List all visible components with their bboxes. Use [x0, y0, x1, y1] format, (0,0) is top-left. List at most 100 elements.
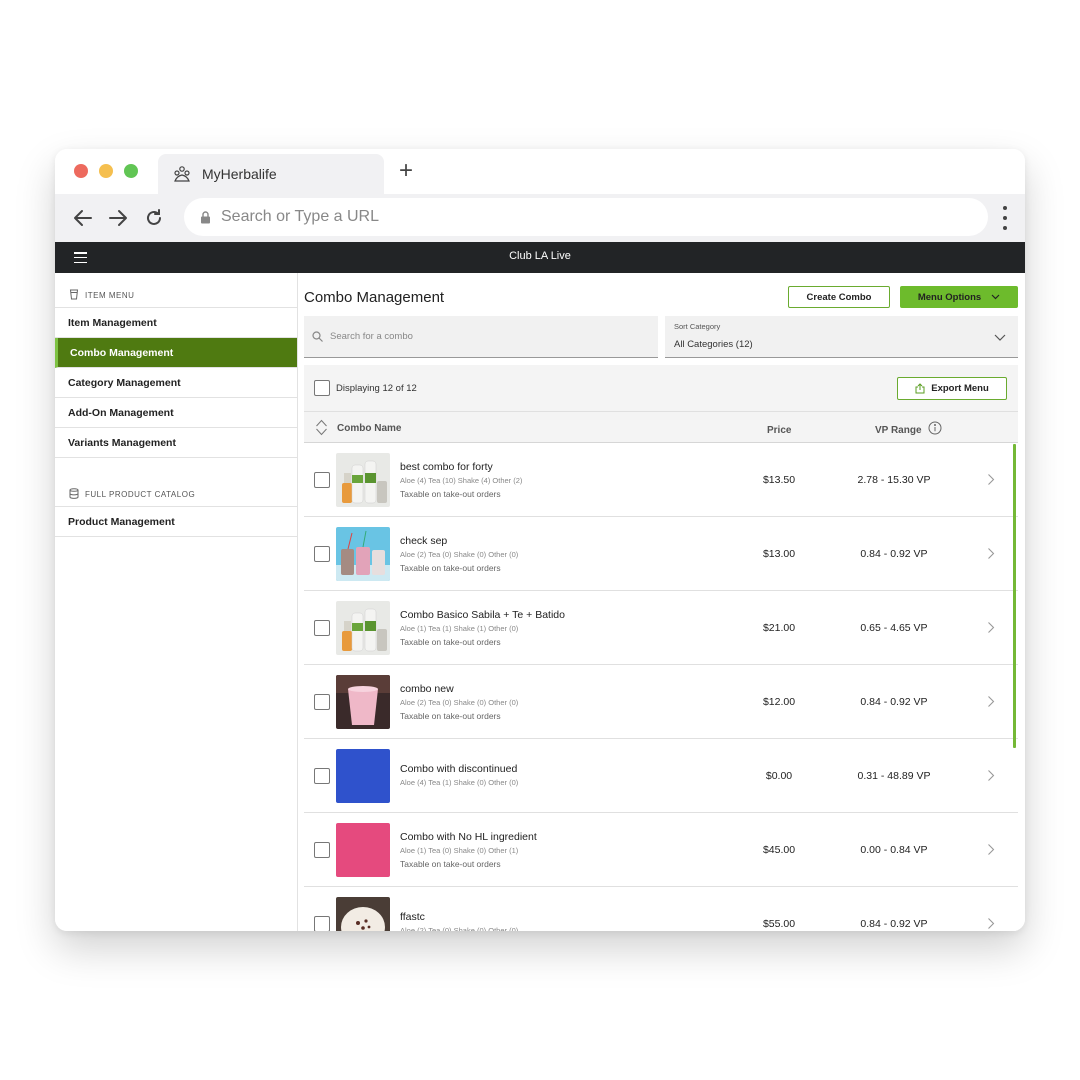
- table-row[interactable]: check sep Aloe (2) Tea (0) Shake (0) Othe…: [304, 517, 1018, 591]
- sort-category-select[interactable]: Sort Category All Categories (12): [665, 316, 1018, 358]
- browser-toolbar: Search or Type a URL: [55, 194, 1025, 242]
- table-row[interactable]: Combo Basico Sabila + Te + Batido Aloe (1…: [304, 591, 1018, 665]
- combo-vp-range: 0.84 - 0.92 VP: [860, 918, 928, 930]
- export-menu-label: Export Menu: [931, 383, 989, 394]
- combo-vp-range: 2.78 - 15.30 VP: [857, 474, 931, 486]
- combo-item-counts: Aloe (4) Tea (10) Shake (4) Other (2): [400, 476, 523, 485]
- back-arrow-icon[interactable]: [72, 207, 94, 229]
- browser-tab[interactable]: MyHerbalife: [158, 154, 384, 194]
- combo-table: Displaying 12 of 12 Export Menu Combo Na…: [304, 365, 1018, 931]
- app-title: Club LA Live: [509, 250, 571, 262]
- browser-tab-bar: MyHerbalife +: [55, 149, 1025, 194]
- combo-thumbnail: [336, 897, 390, 931]
- table-body: best combo for forty Aloe (4) Tea (10) Sh…: [304, 443, 1018, 931]
- url-placeholder: Search or Type a URL: [221, 208, 380, 225]
- sidebar-item-combo-management[interactable]: Combo Management: [55, 338, 297, 368]
- combo-tax-note: Taxable on take-out orders: [400, 563, 501, 573]
- table-toolbar: Displaying 12 of 12 Export Menu: [304, 365, 1018, 412]
- search-icon: [312, 331, 323, 342]
- page-title: Combo Management: [304, 289, 445, 306]
- combo-vp-range: 0.65 - 4.65 VP: [860, 622, 928, 634]
- combo-price: $55.00: [762, 918, 796, 930]
- chevron-right-icon[interactable]: [987, 621, 995, 634]
- combo-item-counts: Aloe (2) Tea (0) Shake (0) Other (0): [400, 550, 519, 559]
- new-tab-button[interactable]: +: [399, 159, 413, 183]
- sidebar-item-product-management[interactable]: Product Management: [55, 507, 297, 537]
- table-row[interactable]: Combo with No HL ingredient Aloe (1) Tea …: [304, 813, 1018, 887]
- cup-icon: [69, 289, 79, 300]
- row-checkbox[interactable]: [314, 916, 330, 931]
- export-menu-button[interactable]: Export Menu: [897, 377, 1007, 400]
- row-checkbox[interactable]: [314, 546, 330, 562]
- table-row[interactable]: combo new Aloe (2) Tea (0) Shake (0) Othe…: [304, 665, 1018, 739]
- chevron-right-icon[interactable]: [987, 917, 995, 930]
- combo-item-counts: Aloe (4) Tea (1) Shake (0) Other (0): [400, 778, 519, 787]
- sort-category-value: All Categories (12): [674, 339, 753, 350]
- table-row[interactable]: ffastc Aloe (2) Tea (0) Shake (0) Other (…: [304, 887, 1018, 931]
- lock-icon: [200, 210, 211, 224]
- combo-price: $13.50: [762, 474, 796, 486]
- sidebar-item-item-management[interactable]: Item Management: [55, 308, 297, 338]
- menu-options-button[interactable]: Menu Options: [900, 286, 1018, 308]
- forward-arrow-icon[interactable]: [107, 207, 129, 229]
- sort-icon[interactable]: [315, 419, 328, 436]
- combo-item-counts: Aloe (2) Tea (0) Shake (0) Other (0): [400, 698, 519, 707]
- create-combo-button[interactable]: Create Combo: [788, 286, 890, 308]
- combo-vp-range: 0.00 - 0.84 VP: [860, 844, 928, 856]
- combo-thumbnail: [336, 749, 390, 803]
- browser-tab-title: MyHerbalife: [202, 166, 277, 182]
- table-row[interactable]: Combo with discontinued Aloe (4) Tea (1) …: [304, 739, 1018, 813]
- info-icon[interactable]: [928, 421, 942, 435]
- combo-name: Combo with No HL ingredient: [400, 831, 537, 843]
- combo-tax-note: Taxable on take-out orders: [400, 637, 501, 647]
- column-header-combo-name[interactable]: Combo Name: [337, 423, 401, 434]
- sidebar-item-add-on-management[interactable]: Add-On Management: [55, 398, 297, 428]
- export-icon: [915, 383, 925, 394]
- sidebar-item-category-management[interactable]: Category Management: [55, 368, 297, 398]
- combo-tax-note: Taxable on take-out orders: [400, 711, 501, 721]
- sidebar-heading: FULL PRODUCT CATALOG: [85, 490, 196, 499]
- combo-name: combo new: [400, 683, 454, 695]
- combo-item-counts: Aloe (2) Tea (0) Shake (0) Other (0): [400, 926, 519, 931]
- row-checkbox[interactable]: [314, 620, 330, 636]
- column-header-vp-range: VP Range: [875, 425, 922, 436]
- browser-menu-icon[interactable]: [1000, 206, 1010, 230]
- combo-price: $12.00: [762, 696, 796, 708]
- row-checkbox[interactable]: [314, 694, 330, 710]
- combo-price: $21.00: [762, 622, 796, 634]
- combo-item-counts: Aloe (1) Tea (1) Shake (1) Other (0): [400, 624, 519, 633]
- chevron-down-icon: [991, 294, 1000, 300]
- chevron-right-icon[interactable]: [987, 547, 995, 560]
- close-window-button[interactable]: [74, 164, 88, 178]
- search-input[interactable]: Search for a combo: [304, 316, 658, 358]
- combo-price: $13.00: [762, 548, 796, 560]
- combo-thumbnail: [336, 527, 390, 581]
- main-content: Combo Management Create Combo Menu Optio…: [298, 273, 1025, 931]
- row-checkbox[interactable]: [314, 768, 330, 784]
- maximize-window-button[interactable]: [124, 164, 138, 178]
- minimize-window-button[interactable]: [99, 164, 113, 178]
- combo-vp-range: 0.84 - 0.92 VP: [860, 696, 928, 708]
- combo-vp-range: 0.31 - 48.89 VP: [857, 770, 931, 782]
- reload-icon[interactable]: [143, 207, 165, 229]
- sidebar-item-variants-management[interactable]: Variants Management: [55, 428, 297, 458]
- chevron-right-icon[interactable]: [987, 843, 995, 856]
- chevron-right-icon[interactable]: [987, 695, 995, 708]
- chevron-right-icon[interactable]: [987, 473, 995, 486]
- url-bar[interactable]: Search or Type a URL: [184, 198, 988, 236]
- scrollbar[interactable]: [1013, 444, 1016, 748]
- herbalife-logo-icon: [172, 164, 192, 184]
- sidebar-section-item-menu: ITEM MENU: [55, 273, 297, 308]
- chevron-down-icon: [994, 334, 1006, 341]
- row-checkbox[interactable]: [314, 842, 330, 858]
- combo-tax-note: Taxable on take-out orders: [400, 859, 501, 869]
- table-row[interactable]: best combo for forty Aloe (4) Tea (10) Sh…: [304, 443, 1018, 517]
- combo-vp-range: 0.84 - 0.92 VP: [860, 548, 928, 560]
- chevron-right-icon[interactable]: [987, 769, 995, 782]
- combo-name: best combo for forty: [400, 461, 493, 473]
- select-all-checkbox[interactable]: [314, 380, 330, 396]
- database-icon: [69, 488, 79, 499]
- combo-tax-note: Taxable on take-out orders: [400, 489, 501, 499]
- sort-category-label: Sort Category: [674, 322, 721, 331]
- row-checkbox[interactable]: [314, 472, 330, 488]
